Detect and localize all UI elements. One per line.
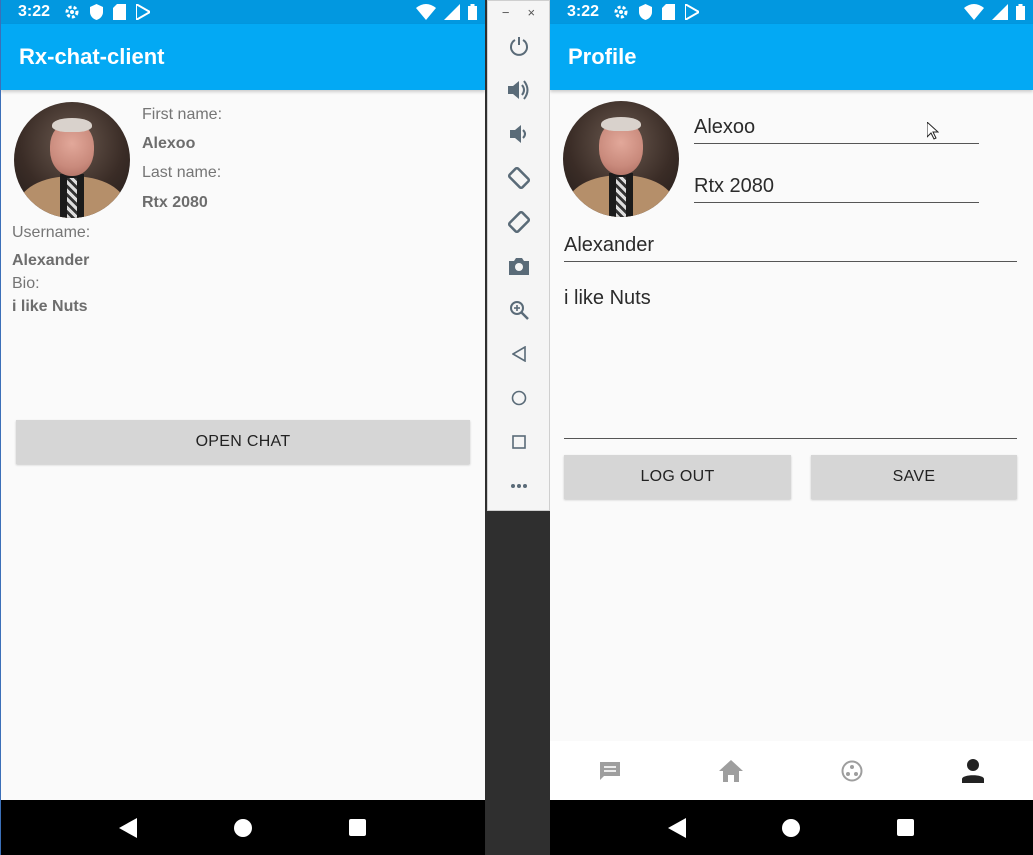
play-store-icon (136, 4, 151, 20)
nav-back-button[interactable] (659, 810, 695, 846)
rotate-left-icon[interactable] (504, 163, 534, 193)
avatar[interactable] (563, 101, 679, 217)
more-icon[interactable] (504, 471, 534, 501)
last-name-value: Rtx 2080 (142, 194, 208, 211)
status-bar: 3:22 (1, 0, 485, 24)
nav-home-button[interactable] (225, 810, 261, 846)
last-name-input[interactable]: Rtx 2080 (694, 175, 979, 203)
save-button[interactable]: SAVE (811, 455, 1017, 499)
settings-icon (613, 4, 629, 20)
left-phone-screen: 3:22 Rx-chat-client First name: Alexoo L… (0, 0, 485, 855)
username-label: Username: (12, 224, 91, 241)
overview-icon[interactable] (504, 427, 534, 457)
app-bar: Rx-chat-client (1, 24, 485, 90)
back-icon[interactable] (504, 339, 534, 369)
volume-up-icon[interactable] (504, 75, 534, 105)
status-bar: 3:22 (550, 0, 1033, 24)
person-icon (961, 758, 984, 783)
signal-icon (444, 4, 460, 20)
wifi-icon (964, 4, 984, 20)
wifi-icon (416, 4, 436, 20)
tab-community[interactable] (822, 741, 882, 800)
home-icon (719, 759, 744, 782)
chat-icon (600, 761, 621, 780)
page-title: Profile (568, 44, 637, 69)
sd-card-icon (113, 4, 127, 20)
open-chat-button[interactable]: OPEN CHAT (16, 420, 470, 464)
emulator-toolbar: − × (487, 0, 550, 511)
power-icon[interactable] (504, 31, 534, 61)
system-navigation-bar (1, 800, 485, 855)
first-name-value: Alexoo (142, 135, 196, 152)
camera-icon[interactable] (504, 251, 534, 281)
close-button[interactable]: × (528, 5, 536, 21)
app-bar: Profile (550, 24, 1033, 90)
zoom-icon[interactable] (504, 295, 534, 325)
username-value: Alexander (12, 252, 90, 269)
bio-value: i like Nuts (12, 298, 88, 315)
settings-icon (64, 4, 80, 20)
nav-back-button[interactable] (110, 810, 146, 846)
volume-down-icon[interactable] (504, 119, 534, 149)
screen: 3:22 Rx-chat-client First name: Alexoo L… (0, 0, 1033, 855)
bio-input[interactable]: i like Nuts (564, 287, 1017, 439)
bio-label: Bio: (12, 275, 40, 292)
signal-icon (992, 4, 1008, 20)
bottom-navigation (550, 741, 1033, 800)
first-name-label: First name: (142, 106, 223, 123)
play-store-icon (685, 4, 700, 20)
shield-icon (639, 4, 653, 20)
nav-recents-button[interactable] (888, 810, 924, 846)
status-time: 3:22 (18, 3, 51, 20)
avatar (14, 102, 130, 218)
community-icon (841, 760, 863, 781)
logout-button[interactable]: LOG OUT (564, 455, 791, 499)
home-icon[interactable] (504, 383, 534, 413)
last-name-label: Last name: (142, 164, 222, 181)
username-input[interactable]: Alexander (564, 234, 1017, 262)
nav-home-button[interactable] (773, 810, 809, 846)
mouse-cursor-icon (926, 120, 940, 145)
shield-icon (90, 4, 104, 20)
nav-recents-button[interactable] (340, 810, 376, 846)
sd-card-icon (662, 4, 676, 20)
tab-profile[interactable] (943, 741, 1003, 800)
battery-icon (468, 4, 477, 20)
right-phone-screen: 3:22 Profile Alexoo Rtx 2080 Alexander i… (550, 0, 1033, 855)
tab-chat[interactable] (580, 741, 640, 800)
minimize-button[interactable]: − (502, 5, 510, 21)
tab-home[interactable] (701, 741, 761, 800)
battery-icon (1016, 4, 1025, 20)
status-time: 3:22 (567, 3, 600, 20)
system-navigation-bar (550, 800, 1033, 855)
app-title: Rx-chat-client (19, 44, 165, 69)
rotate-right-icon[interactable] (504, 207, 534, 237)
